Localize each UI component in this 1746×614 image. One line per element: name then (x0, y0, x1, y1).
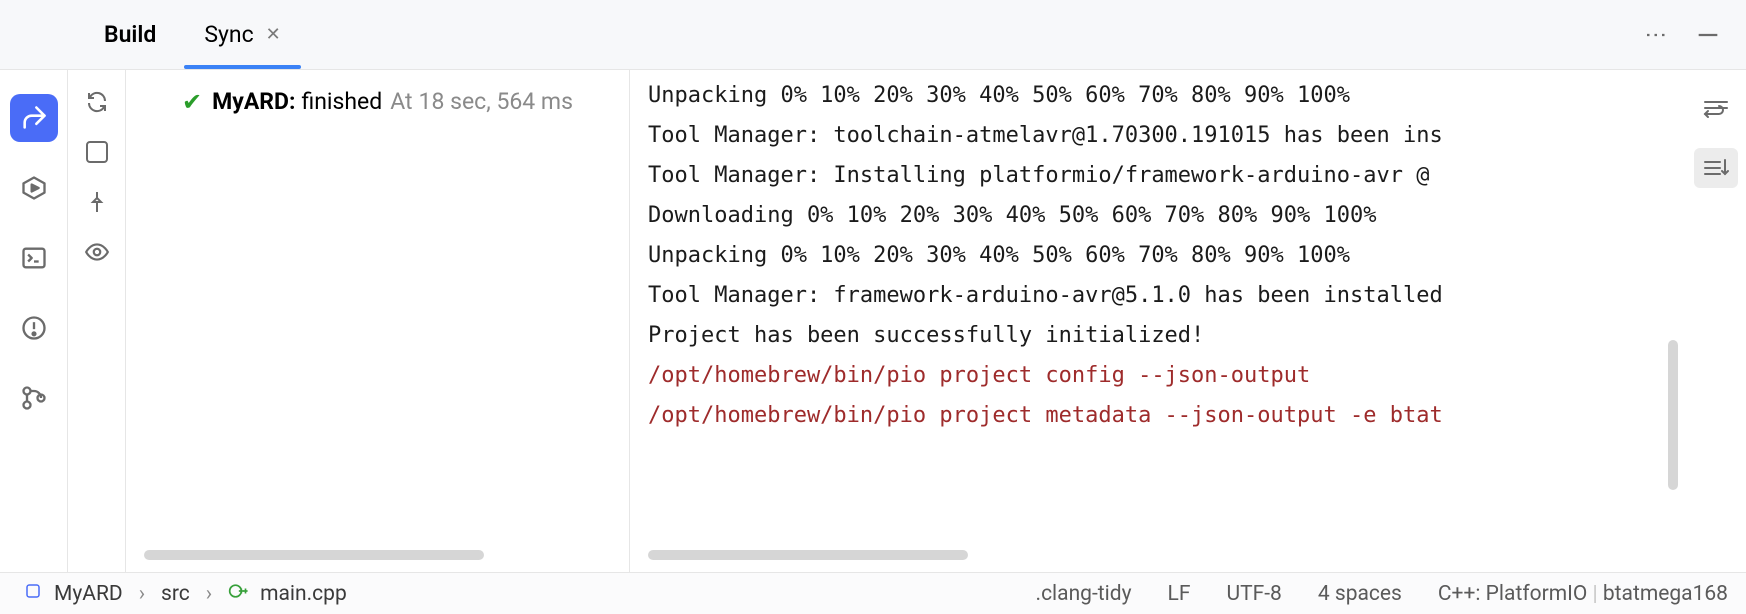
log-line: Unpacking 0% 10% 20% 30% 40% 50% 60% 70%… (648, 76, 1668, 116)
log-line: Downloading 0% 10% 20% 30% 40% 50% 60% 7… (648, 196, 1668, 236)
tab-list: Build Sync ✕ (80, 0, 305, 69)
log-scrollbar-v[interactable] (1668, 340, 1678, 490)
soft-wrap-icon[interactable] (1694, 88, 1738, 128)
sync-icon[interactable] (83, 88, 111, 116)
kebab-icon[interactable]: ⋮ (1637, 18, 1674, 52)
task-name: MyARD (212, 88, 289, 115)
task-at-label: At (390, 88, 412, 115)
status-toolchain[interactable]: C++: PlatformIO | btatmega168 (1438, 582, 1728, 606)
build-log-panel: Unpacking 0% 10% 20% 30% 40% 50% 60% 70%… (630, 70, 1686, 572)
log-line: /opt/homebrew/bin/pio project config --j… (648, 356, 1668, 396)
tab-build[interactable]: Build (80, 0, 180, 69)
module-icon (24, 582, 42, 606)
chevron-right-icon: › (198, 582, 220, 606)
activity-run-icon[interactable] (10, 164, 58, 212)
minimize-button[interactable] (1694, 21, 1722, 49)
log-scrollbar-h[interactable] (648, 550, 968, 560)
breadcrumb-file: main.cpp (260, 582, 347, 606)
scroll-to-end-icon[interactable] (1694, 148, 1738, 188)
log-line: Tool Manager: toolchain-atmelavr@1.70300… (648, 116, 1668, 156)
task-time: 18 sec, 564 ms (419, 88, 573, 115)
status-bar: MyARD › src › main.cpp .clang-tidy LF UT… (0, 572, 1746, 614)
topbar: Build Sync ✕ ⋮ (0, 0, 1746, 70)
tab-sync-label: Sync (204, 21, 253, 48)
stop-icon[interactable] (83, 138, 111, 166)
check-icon: ✔ (182, 88, 202, 116)
breadcrumb-dir: src (161, 582, 190, 606)
cpp-file-icon (228, 581, 248, 607)
build-tool-col (68, 70, 126, 572)
activity-vcs-icon[interactable] (10, 374, 58, 422)
activity-build-icon[interactable] (10, 94, 58, 142)
breadcrumb-project: MyARD (54, 582, 123, 606)
task-status: finished (301, 88, 382, 115)
topbar-right: ⋮ (1637, 18, 1746, 52)
status-eol[interactable]: LF (1168, 582, 1191, 606)
log-line: Project has been successfully initialize… (648, 316, 1668, 356)
status-encoding[interactable]: UTF-8 (1226, 582, 1281, 606)
status-right: .clang-tidy LF UTF-8 4 spaces C++: Platf… (1036, 582, 1728, 606)
eye-icon[interactable] (83, 238, 111, 266)
task-name-sep: : (289, 88, 295, 115)
tab-build-label: Build (104, 21, 156, 48)
status-linter[interactable]: .clang-tidy (1036, 582, 1132, 606)
build-log-text[interactable]: Unpacking 0% 10% 20% 30% 40% 50% 60% 70%… (630, 70, 1686, 454)
log-line: Tool Manager: Installing platformio/fram… (648, 156, 1668, 196)
activity-bar (0, 70, 68, 572)
pin-icon[interactable] (83, 188, 111, 216)
log-line: /opt/homebrew/bin/pio project metadata -… (648, 396, 1668, 436)
close-icon[interactable]: ✕ (266, 26, 281, 44)
build-tree-panel: ✔ MyARD : finished At 18 sec, 564 ms (126, 70, 630, 572)
chevron-right-icon: › (131, 582, 153, 606)
log-line: Tool Manager: framework-arduino-avr@5.1.… (648, 276, 1668, 316)
build-task-item[interactable]: ✔ MyARD : finished At 18 sec, 564 ms (126, 70, 629, 116)
activity-problems-icon[interactable] (10, 304, 58, 352)
tab-sync[interactable]: Sync ✕ (180, 0, 304, 69)
activity-terminal-icon[interactable] (10, 234, 58, 282)
main-content: ✔ MyARD : finished At 18 sec, 564 ms Unp… (0, 70, 1746, 572)
right-icon-col (1686, 70, 1746, 572)
status-indent[interactable]: 4 spaces (1318, 582, 1402, 606)
breadcrumb[interactable]: MyARD › src › main.cpp (24, 581, 347, 607)
log-line: Unpacking 0% 10% 20% 30% 40% 50% 60% 70%… (648, 236, 1668, 276)
tree-scrollbar-h[interactable] (144, 550, 484, 560)
